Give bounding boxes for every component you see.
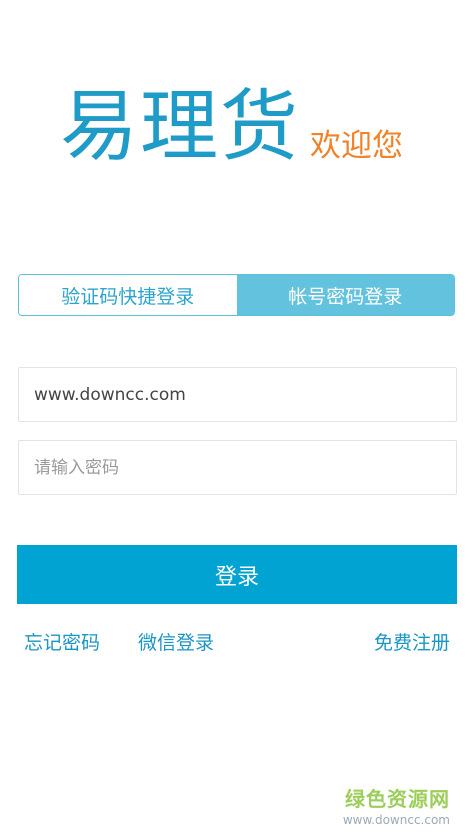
logo: 易理货 欢迎您 [60,88,403,166]
watermark-url: www.downcc.com [342,813,450,827]
register-link[interactable]: 免费注册 [374,628,450,655]
tab-account-password-login[interactable]: 帐号密码登录 [236,275,454,315]
wechat-login-link[interactable]: 微信登录 [138,628,214,655]
password-input[interactable] [19,441,456,494]
watermark: 绿色资源网 www.downcc.com [343,783,450,827]
app-logo-text: 易理货 [60,82,301,172]
login-mode-tabs: 验证码快捷登录 帐号密码登录 [18,274,455,316]
watermark-title: 绿色资源网 [345,787,450,811]
username-field [18,367,457,422]
password-field [18,440,457,495]
welcome-text: 欢迎您 [310,128,404,164]
login-button[interactable]: 登录 [17,545,457,604]
tab-sms-quick-login[interactable]: 验证码快捷登录 [19,275,237,315]
username-input[interactable] [19,368,456,421]
login-screen: 易理货 欢迎您 验证码快捷登录 帐号密码登录 登录 忘记密码 微信登录 免费注册… [0,0,472,835]
forgot-password-link[interactable]: 忘记密码 [24,628,100,655]
